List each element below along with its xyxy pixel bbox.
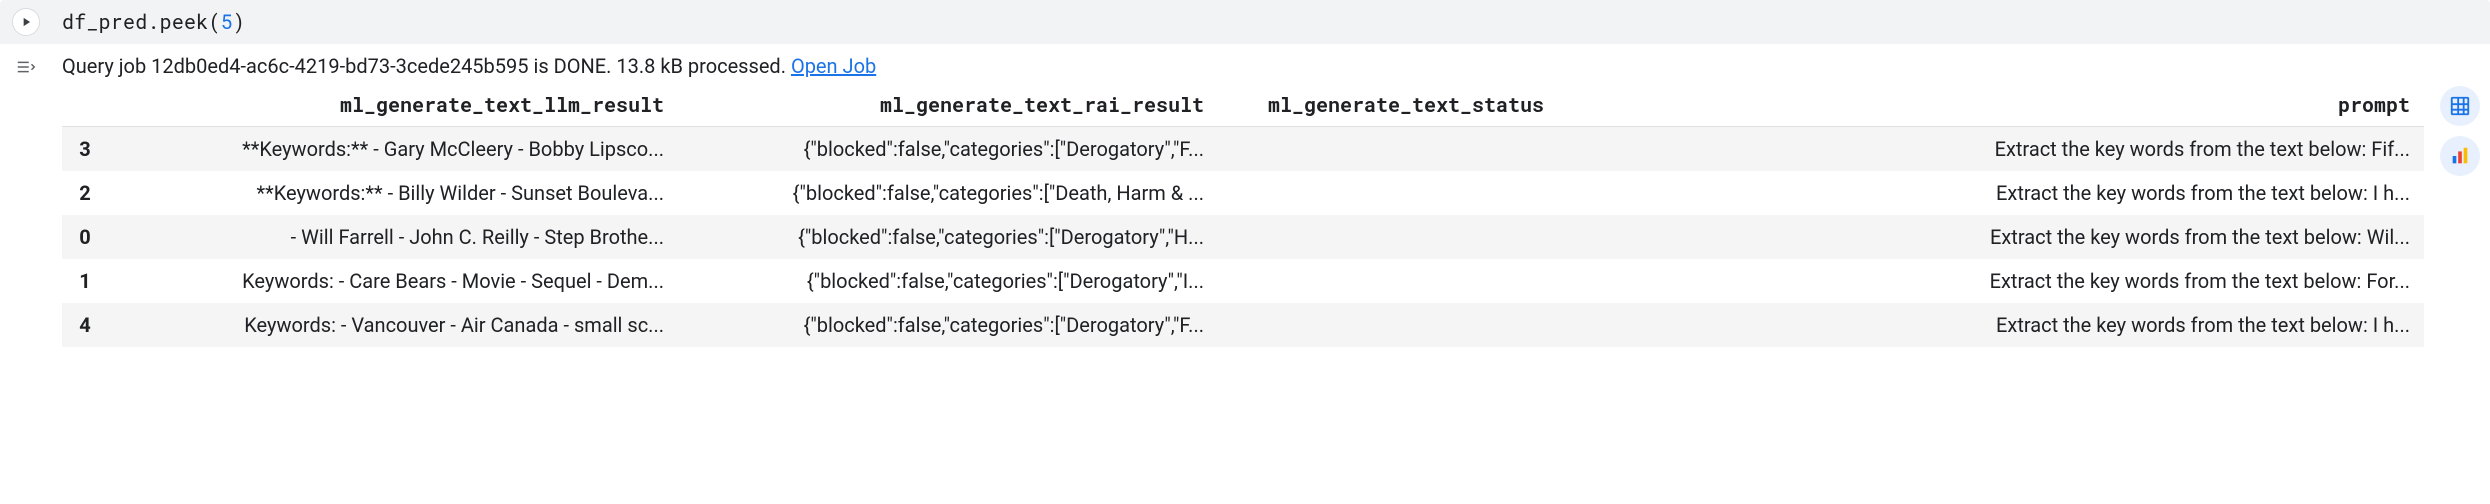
chart-icon [2449, 145, 2471, 167]
dataframe-table: ml_generate_text_llm_result ml_generate_… [62, 84, 2424, 347]
row-index: 2 [62, 171, 108, 215]
status-mid: is DONE. 13.8 kB processed. [529, 54, 791, 78]
table-row: 1Keywords: - Care Bears - Movie - Sequel… [62, 259, 2424, 303]
cell: {"blocked":false,"categories":["Derogato… [678, 127, 1218, 172]
suggest-charts-button[interactable] [2440, 136, 2480, 176]
table-row: 4Keywords: - Vancouver - Air Canada - sm… [62, 303, 2424, 347]
code-cell-input: df_pred.peek(5) [0, 0, 2490, 44]
cell: Keywords: - Vancouver - Air Canada - sma… [108, 303, 678, 347]
code-object: df_pred [62, 9, 147, 35]
col-header: ml_generate_text_status [1218, 84, 1558, 127]
cell: Keywords: - Care Bears - Movie - Sequel … [108, 259, 678, 303]
cell [1218, 171, 1558, 215]
col-header: ml_generate_text_rai_result [678, 84, 1218, 127]
cell: {"blocked":false,"categories":["Derogato… [678, 215, 1218, 259]
cell: Extract the key words from the text belo… [1558, 303, 2424, 347]
table-icon [2449, 95, 2471, 117]
code-text[interactable]: df_pred.peek(5) [62, 9, 245, 35]
cell: {"blocked":false,"categories":["Derogato… [678, 259, 1218, 303]
status-prefix: Query job [62, 54, 151, 78]
cell: {"blocked":false,"categories":["Derogato… [678, 303, 1218, 347]
open-job-link[interactable]: Open Job [791, 54, 876, 78]
cell [1218, 259, 1558, 303]
play-icon [19, 15, 33, 29]
cell [1218, 127, 1558, 172]
table-row: 3**Keywords:** - Gary McCleery - Bobby L… [62, 127, 2424, 172]
cell: Extract the key words from the text belo… [1558, 215, 2424, 259]
row-index: 1 [62, 259, 108, 303]
output-side-buttons [2440, 84, 2480, 176]
cell: {"blocked":false,"categories":["Death, H… [678, 171, 1218, 215]
row-index: 4 [62, 303, 108, 347]
cell: **Keywords:** - Billy Wilder - Sunset Bo… [108, 171, 678, 215]
job-id: 12db0ed4-ac6c-4219-bd73-3cede245b595 [151, 54, 528, 78]
interactive-table-button[interactable] [2440, 86, 2480, 126]
cell: Extract the key words from the text belo… [1558, 171, 2424, 215]
cell: - Will Farrell - John C. Reilly - Step B… [108, 215, 678, 259]
cell [1218, 215, 1558, 259]
cell: Extract the key words from the text belo… [1558, 259, 2424, 303]
cell-output: Query job 12db0ed4-ac6c-4219-bd73-3cede2… [0, 44, 2490, 353]
run-button[interactable] [12, 8, 40, 36]
col-header: ml_generate_text_llm_result [108, 84, 678, 127]
output-table-wrap: ml_generate_text_llm_result ml_generate_… [62, 84, 2478, 347]
cell [1218, 303, 1558, 347]
cell: Extract the key words from the text belo… [1558, 127, 2424, 172]
code-method: peek [160, 9, 209, 35]
col-header: prompt [1558, 84, 2424, 127]
row-index: 3 [62, 127, 108, 172]
query-status: Query job 12db0ed4-ac6c-4219-bd73-3cede2… [62, 54, 2478, 78]
table-row: 2**Keywords:** - Billy Wilder - Sunset B… [62, 171, 2424, 215]
code-arg: 5 [221, 9, 233, 35]
table-header-row: ml_generate_text_llm_result ml_generate_… [62, 84, 2424, 127]
row-index: 0 [62, 215, 108, 259]
output-toggle-icon[interactable] [12, 54, 40, 347]
index-header [62, 84, 108, 127]
table-row: 0- Will Farrell - John C. Reilly - Step … [62, 215, 2424, 259]
cell: **Keywords:** - Gary McCleery - Bobby Li… [108, 127, 678, 172]
